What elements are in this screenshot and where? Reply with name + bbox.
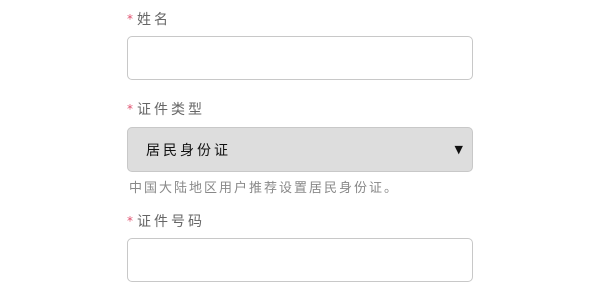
id-number-field: * 证件号码 bbox=[127, 210, 205, 232]
id-type-label: 证件类型 bbox=[137, 102, 205, 118]
id-number-input[interactable] bbox=[127, 238, 473, 282]
name-label: 姓名 bbox=[137, 12, 171, 28]
id-number-label: 证件号码 bbox=[137, 214, 205, 230]
required-mark: * bbox=[127, 12, 133, 26]
id-number-label-row: * 证件号码 bbox=[127, 210, 205, 232]
id-type-label-row: * 证件类型 bbox=[127, 98, 205, 120]
name-field: * 姓名 bbox=[127, 8, 171, 30]
id-type-field: * 证件类型 bbox=[127, 98, 205, 120]
caret-down-icon: ▼ bbox=[454, 143, 463, 156]
required-mark: * bbox=[127, 102, 133, 116]
required-mark: * bbox=[127, 214, 133, 228]
id-type-help-text: 中国大陆地区用户推荐设置居民身份证。 bbox=[129, 181, 400, 196]
id-type-select[interactable]: 居民身份证 ▼ bbox=[127, 127, 473, 172]
name-label-row: * 姓名 bbox=[127, 8, 171, 30]
name-input[interactable] bbox=[127, 36, 473, 80]
id-type-selected-value: 居民身份证 bbox=[146, 142, 231, 159]
